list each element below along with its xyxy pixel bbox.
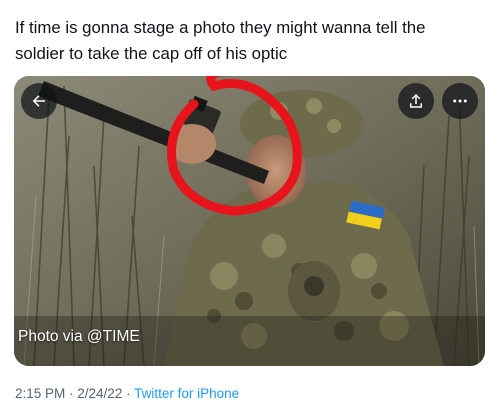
tweet-text: If time is gonna stage a photo they migh… bbox=[15, 15, 485, 67]
tweet-meta: 2:15 PM · 2/24/22 · Twitter for iPhone bbox=[15, 386, 239, 401]
tweet-date[interactable]: 2/24/22 bbox=[77, 386, 122, 401]
tweet-source-link[interactable]: Twitter for iPhone bbox=[134, 386, 239, 401]
photo-credit: Photo via @TIME bbox=[18, 328, 140, 345]
share-upload-icon bbox=[410, 93, 422, 108]
more-horizontal-icon bbox=[453, 99, 467, 103]
arrow-left-icon bbox=[32, 95, 45, 107]
share-button[interactable] bbox=[398, 83, 434, 119]
meta-separator: · bbox=[65, 386, 78, 401]
tweet-text-line-2: soldier to take the cap off of his optic bbox=[15, 44, 288, 63]
more-button[interactable] bbox=[442, 83, 478, 119]
tweet-text-line-1: If time is gonna stage a photo they migh… bbox=[15, 18, 426, 37]
tweet-time[interactable]: 2:15 PM bbox=[15, 386, 65, 401]
soldier-photo bbox=[14, 76, 485, 366]
tweet-media[interactable]: Photo via @TIME bbox=[14, 76, 485, 366]
back-button[interactable] bbox=[21, 83, 57, 119]
tweet-screenshot: If time is gonna stage a photo they migh… bbox=[0, 0, 500, 415]
meta-separator: · bbox=[122, 386, 135, 401]
